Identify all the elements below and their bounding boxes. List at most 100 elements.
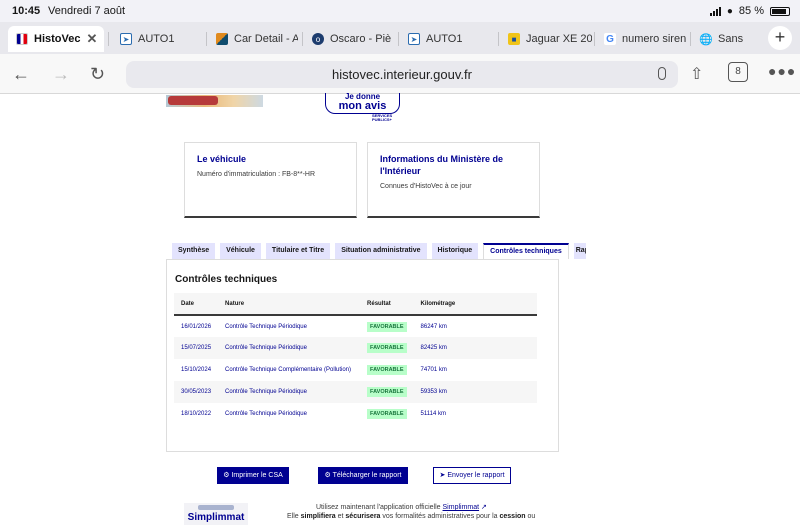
status-badge: FAVORABLE — [367, 409, 407, 419]
tab-vehicule[interactable]: Véhicule — [220, 243, 261, 259]
signal-icon — [709, 6, 721, 16]
browser-tab-auto1-2[interactable]: ➤ AUTO1 — [400, 26, 496, 52]
table-row: 15/10/2024 Contrôle Technique Complément… — [174, 359, 537, 381]
row-nature: Contrôle Technique Périodique — [218, 337, 361, 359]
panel-title: Contrôles techniques — [175, 274, 278, 285]
reload-icon[interactable]: ↻ — [90, 64, 105, 85]
services-publics-logo: SERVICES PUBLICS+ — [372, 113, 392, 123]
browser-tab-bar: HistoVec ✕ ➤ AUTO1 Car Detail - A o Osca… — [0, 22, 800, 54]
tab-controles-techniques[interactable]: Contrôles techniques — [483, 243, 569, 259]
je-donne-mon-avis-button[interactable]: Je donne mon avis — [325, 93, 400, 114]
tab-overview-button[interactable]: 8 — [728, 62, 748, 82]
microphone-icon[interactable] — [658, 67, 666, 80]
row-nature: Contrôle Technique Périodique — [225, 323, 307, 330]
controles-table: Date Nature Résultat Kilométrage 16/01/2… — [174, 293, 537, 425]
col-resultat: Résultat — [360, 293, 414, 316]
col-nature: Nature — [218, 293, 361, 316]
send-report-button[interactable]: ➤ Envoyer le rapport — [433, 467, 511, 484]
tab-titulaire[interactable]: Titulaire et Titre — [265, 243, 331, 259]
footer-text: et — [337, 513, 344, 520]
forward-arrow-icon[interactable]: → — [52, 64, 70, 85]
share-icon[interactable]: ⇧ — [690, 64, 703, 84]
row-date: 15/10/2024 — [181, 367, 212, 373]
tab-label: Jaguar XE 20 — [526, 33, 592, 45]
status-badge: FAVORABLE — [367, 365, 407, 375]
wifi-icon: ● — [726, 5, 733, 17]
send-icon: ➤ — [439, 472, 446, 479]
row-date: 18/10/2022 — [181, 411, 212, 417]
footer-text: Utilisez maintenant l'application offici… — [316, 504, 441, 511]
tab-label: Sans — [718, 33, 744, 45]
vehicle-card-title: Le véhicule — [197, 154, 247, 164]
print-icon: ⚙ — [223, 472, 230, 479]
simplimmat-logo[interactable]: Simplimmat — [184, 503, 248, 525]
tab-label: AUTO1 — [426, 33, 463, 45]
report-tabs: Synthèse Véhicule Titulaire et Titre Sit… — [172, 243, 586, 259]
browser-tab-jaguar[interactable]: ■ Jaguar XE 20 — [500, 26, 592, 52]
row-nature: Contrôle Technique Périodique — [218, 381, 361, 403]
print-label: Imprimer le CSA — [231, 472, 283, 479]
french-flag-icon — [16, 33, 28, 45]
browser-tab-histovec[interactable]: HistoVec ✕ — [8, 26, 104, 52]
status-date: Vendredi 7 août — [48, 5, 126, 17]
url-text: histovec.interieur.gouv.fr — [332, 67, 472, 82]
footer-text: ou — [527, 513, 536, 520]
status-badge: FAVORABLE — [367, 343, 407, 353]
table-row: 18/10/2022 Contrôle Technique Périodique… — [174, 403, 537, 425]
status-bar: 10:45 Vendredi 7 août ● 85 % — [0, 0, 800, 22]
external-link-icon: ↗ — [481, 504, 487, 511]
new-tab-button[interactable]: + — [768, 26, 792, 50]
more-options-icon[interactable]: ●●● — [768, 63, 796, 79]
row-km: 82425 km — [413, 337, 537, 359]
browser-tab-untitled[interactable]: 🌐 Sans — [692, 26, 754, 52]
simplimmat-link[interactable]: Simplimmat — [443, 504, 480, 511]
simplimmat-logo-text: Simplimmat — [187, 512, 245, 523]
oscaro-icon: o — [312, 33, 324, 45]
tab-label: numero siren — [622, 33, 687, 45]
send-label: Envoyer le rapport — [447, 472, 505, 479]
close-tab-icon[interactable]: ✕ — [86, 31, 97, 47]
browser-tab-auto1[interactable]: ➤ AUTO1 — [112, 26, 202, 52]
globe-icon: 🌐 — [699, 33, 713, 46]
row-km: 74701 km — [420, 367, 447, 373]
col-date: Date — [174, 293, 219, 316]
tab-synthese[interactable]: Synthèse — [172, 243, 216, 259]
back-arrow-icon[interactable]: ← — [12, 64, 30, 85]
footer-text: vos formalités administratives pour la — [382, 513, 498, 520]
car-illustration — [168, 96, 218, 105]
tab-situation-administrative[interactable]: Situation administrative — [335, 243, 427, 259]
address-bar[interactable]: histovec.interieur.gouv.fr — [126, 61, 678, 88]
row-date: 30/05/2023 — [174, 381, 219, 403]
browser-tab-car-detail[interactable]: Car Detail - A — [208, 26, 298, 52]
row-km: 51114 km — [420, 411, 447, 417]
ministry-card-title: Informations du Ministère de l'Intérieur — [380, 154, 504, 177]
row-date: 15/07/2025 — [174, 337, 219, 359]
tab-rapport[interactable]: Rap — [573, 243, 586, 259]
auto1-icon: ➤ — [120, 33, 132, 45]
browser-toolbar: ← → ↻ histovec.interieur.gouv.fr ⇧ 8 ●●● — [0, 54, 800, 94]
tab-label: Oscaro - Piè — [330, 33, 392, 45]
download-report-button[interactable]: ⚙ Télécharger le rapport — [318, 467, 408, 484]
browser-tab-oscaro[interactable]: o Oscaro - Piè — [304, 26, 396, 52]
ministry-card: Informations du Ministère de l'Intérieur… — [367, 142, 540, 218]
footer-line-1: Utilisez maintenant l'application offici… — [316, 503, 487, 511]
row-date: 16/01/2026 — [181, 323, 212, 330]
tab-historique[interactable]: Historique — [431, 243, 479, 259]
car-detail-icon — [216, 33, 228, 45]
row-km: 59353 km — [413, 381, 537, 403]
vehicle-card-text: Numéro d'immatriculation : FB-8**-HR — [197, 171, 316, 179]
tab-label: HistoVec — [34, 33, 81, 45]
col-kilometrage: Kilométrage — [413, 293, 537, 316]
print-csa-button[interactable]: ⚙ Imprimer le CSA — [217, 467, 289, 484]
jaguar-icon: ■ — [508, 33, 520, 45]
controles-techniques-panel: Contrôles techniques Date Nature Résulta… — [166, 259, 559, 452]
download-icon: ⚙ — [324, 472, 331, 479]
tab-label: Car Detail - A — [234, 33, 298, 45]
ministry-card-text: Connues d'HistoVec à ce jour — [380, 183, 472, 191]
battery-icon — [770, 6, 790, 16]
vehicle-card: Le véhicule Numéro d'immatriculation : F… — [184, 142, 357, 218]
tab-label: AUTO1 — [138, 33, 175, 45]
footer-bold: cession — [499, 513, 526, 520]
browser-tab-google[interactable]: G numero siren — [596, 26, 688, 52]
status-badge: FAVORABLE — [367, 387, 407, 397]
